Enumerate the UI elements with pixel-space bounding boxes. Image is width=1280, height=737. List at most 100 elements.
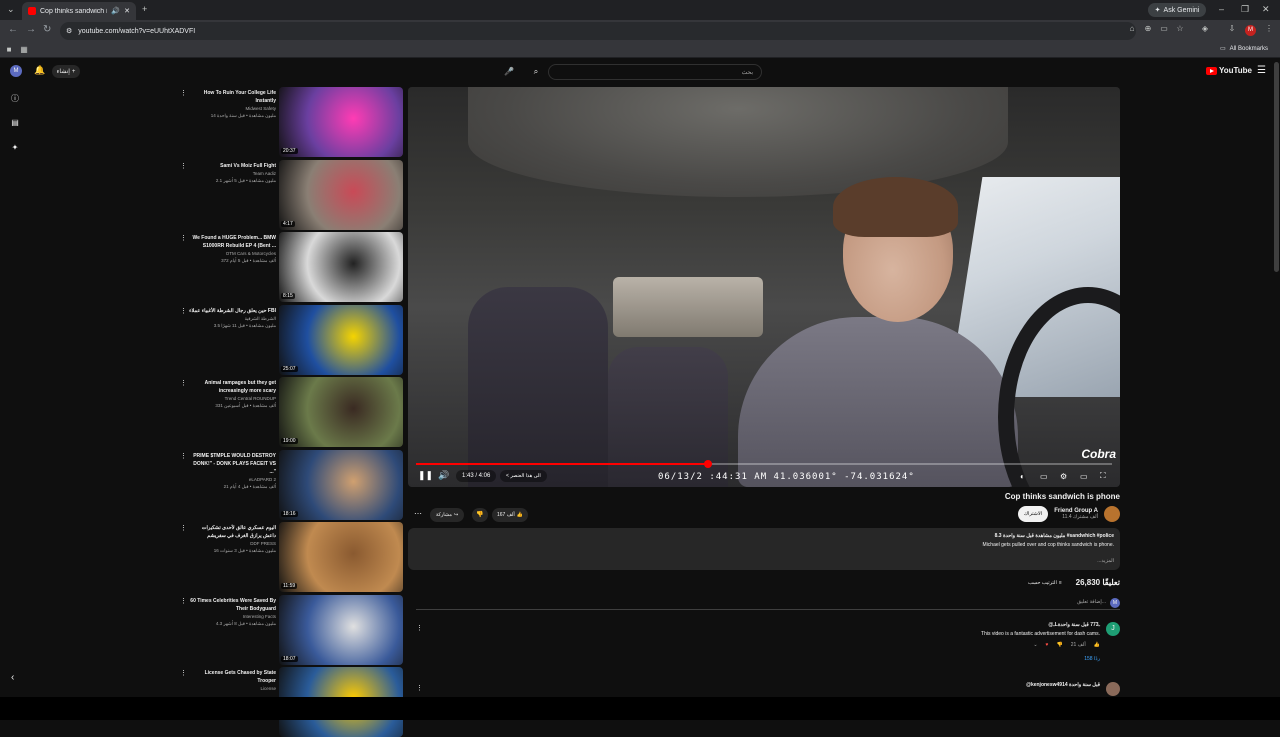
description-more[interactable]: ...المزيد [1097,558,1114,564]
share-button[interactable]: مشاركة ↪ [430,508,464,522]
progress-bar[interactable] [416,460,1112,468]
audio-icon[interactable]: 🔊 [111,7,120,15]
recommendation-menu-icon[interactable]: ⋮ [180,162,187,170]
recommendation-channel[interactable]: Team Aadiz [188,170,276,177]
channel-info[interactable]: Friend Group A 11.4 ألف مشترك [1054,506,1120,522]
translate-icon[interactable]: ⌂ [1127,24,1137,34]
recommendation-thumbnail[interactable]: 4:17 [279,160,403,230]
recommendation-title[interactable]: How To Ruin Your College Life Instantly [188,89,276,105]
recommendation-title[interactable]: حين يعلق رجال الشرطة الأغبياء عملاء FBI [188,307,276,315]
comment-avatar[interactable] [1106,682,1120,696]
recommendation-thumbnail[interactable]: 25:07 [279,305,403,375]
recommendation-item[interactable]: ⋮ We Found a HUGE Problem... BMW S1000RR … [178,232,404,302]
recommendation-title[interactable]: اليوم عسكري عالق لأحدى تشكيرات داعش يراز… [188,524,276,540]
tab-close-icon[interactable]: ✕ [124,7,130,15]
recommendation-channel[interactable]: Trend Central ROUNDUP [188,395,276,402]
channel-avatar[interactable] [1104,506,1120,522]
scrubber-handle[interactable] [703,460,712,468]
bookmark-folder-icon[interactable]: ■ [4,45,14,55]
recommendation-menu-icon[interactable]: ⋮ [180,669,187,677]
autoplay-toggle-icon[interactable]: ◐ [1020,472,1025,481]
chrome-menu-icon[interactable]: ⋮ [1264,24,1274,34]
video-player[interactable]: Cobra 06/13/2 :44:31 AM 41.036001° -74.0… [408,87,1120,487]
recommendation-channel[interactable]: Midwest Safety [188,105,276,112]
recommendation-title[interactable]: PRIME $TMPLE WOULD DESTROY DONK!" - DONK… [188,452,276,476]
recommendation-item[interactable]: ⋮ How To Ruin Your College Life Instantly… [178,87,404,157]
settings-icon[interactable]: ⚙ [1060,472,1067,481]
ask-gemini-button[interactable]: ✦ Ask Gemini [1148,3,1206,17]
recommendation-channel[interactable]: الشرطة الشرقية [188,315,276,322]
recommendation-item[interactable]: ⋮ حين يعلق رجال الشرطة الأغبياء عملاء FBI… [178,305,404,375]
recommendation-channel[interactable]: License [188,685,276,692]
new-tab-icon[interactable]: + [142,4,147,14]
volume-icon[interactable]: 🔊 [438,470,449,481]
recommendation-thumbnail[interactable]: 18:07 [279,595,403,665]
add-comment-input[interactable]: إضافة تعليق... M [416,598,1120,610]
recommendation-menu-icon[interactable]: ⋮ [180,379,187,387]
youtube-logo[interactable]: YouTube [1205,66,1252,75]
more-actions-icon[interactable]: ⋯ [412,509,424,521]
sort-button[interactable]: الترتيب حسب ≡ [1028,580,1062,586]
comment-like-icon[interactable]: 👍 [1094,642,1100,648]
recommendation-item[interactable]: ⋮ 60 Times Celebrities Were Saved By Thei… [178,595,404,665]
subscribe-button[interactable]: الاشتراك [1018,506,1048,522]
recommendation-item[interactable]: ⋮ PRIME $TMPLE WOULD DESTROY DONK!" - DON… [178,450,404,520]
sparkle-icon[interactable]: ✦ [10,143,20,153]
chat-icon[interactable]: ▤ [10,118,20,128]
notifications-bell-icon[interactable]: 🔔 [34,65,45,76]
recommendation-channel[interactable]: Interesting Facts [188,613,276,620]
captions-icon[interactable]: ▭ [1040,472,1048,481]
minimize-icon[interactable]: – [1219,4,1224,14]
recommendation-item[interactable]: ⋮ اليوم عسكري عالق لأحدى تشكيرات داعش يرا… [178,522,404,592]
cast-icon[interactable]: ▭ [1159,24,1169,34]
back-icon[interactable]: ← [8,24,18,35]
search-input[interactable]: بحث [548,64,762,80]
replies-button[interactable]: 158 ردًا [1084,656,1100,662]
all-bookmarks-button[interactable]: ▭ All Bookmarks [1220,45,1268,53]
account-avatar[interactable]: M [10,65,22,77]
recommendation-thumbnail[interactable]: 8:15 [279,232,403,302]
fullscreen-icon[interactable]: ⛶ [1100,471,1106,481]
recommendation-menu-icon[interactable]: ⋮ [180,89,187,97]
dislike-button[interactable]: 👎 [472,508,488,522]
create-button[interactable]: إنشاء + [52,65,80,78]
search-icon[interactable]: ⌕ [528,65,544,79]
pause-icon[interactable]: ❚❚ [418,470,433,481]
collapse-chevron-icon[interactable]: ‹ [11,672,14,683]
recommendation-thumbnail[interactable]: 11:59 [279,522,403,592]
recommendation-thumbnail[interactable]: 19:00 [279,377,403,447]
recommendation-title[interactable]: Sami Vs Moiz Full Fight [188,162,276,170]
comment-menu-icon[interactable]: ⋮ [416,624,423,632]
forward-icon[interactable]: → [26,24,36,35]
guide-menu-icon[interactable]: ☰ [1257,65,1266,76]
scrollbar[interactable] [1274,62,1279,272]
chapter-button[interactable]: < الى هذا العنصر [500,470,547,482]
recommendation-title[interactable]: Animal rampages but they get increasingl… [188,379,276,395]
recommendation-menu-icon[interactable]: ⋮ [180,307,187,315]
tab-search-icon[interactable]: ⌄ [7,4,15,15]
comment-avatar[interactable]: J [1106,622,1120,636]
zoom-icon[interactable]: ⊕ [1143,24,1153,34]
recommendation-channel[interactable]: eLADPARD 2 [188,476,276,483]
recommendation-menu-icon[interactable]: ⋮ [180,524,187,532]
reload-icon[interactable]: ↻ [43,24,51,35]
recommendation-title[interactable]: We Found a HUGE Problem... BMW S1000RR R… [188,234,276,250]
recommendation-channel[interactable]: DDF PRESS [188,540,276,547]
address-bar[interactable]: ⚙ youtube.com/watch?v=eUUhtXADVFI [60,22,1136,40]
recommendation-menu-icon[interactable]: ⋮ [180,597,187,605]
maximize-icon[interactable]: ❐ [1241,4,1249,15]
chevron-down-icon[interactable]: ⌄ [1033,642,1037,648]
window-close-icon[interactable]: ✕ [1262,4,1270,15]
recommendation-item[interactable]: ⋮ Animal rampages but they get increasing… [178,377,404,447]
info-icon[interactable]: ⓘ [10,93,20,103]
apps-icon[interactable]: ▦ [19,45,29,55]
extensions-icon[interactable]: ◈ [1200,24,1210,34]
recommendation-thumbnail[interactable]: 20:37 [279,87,403,157]
profile-avatar[interactable]: M [1245,25,1256,36]
site-info-icon[interactable]: ⚙ [66,27,72,35]
downloads-icon[interactable]: ⇩ [1227,24,1237,34]
bookmark-star-icon[interactable]: ☆ [1175,24,1185,34]
recommendation-channel[interactable]: OTM Cars & Motorcycles [188,250,276,257]
recommendation-menu-icon[interactable]: ⋮ [180,234,187,242]
recommendation-menu-icon[interactable]: ⋮ [180,452,187,460]
